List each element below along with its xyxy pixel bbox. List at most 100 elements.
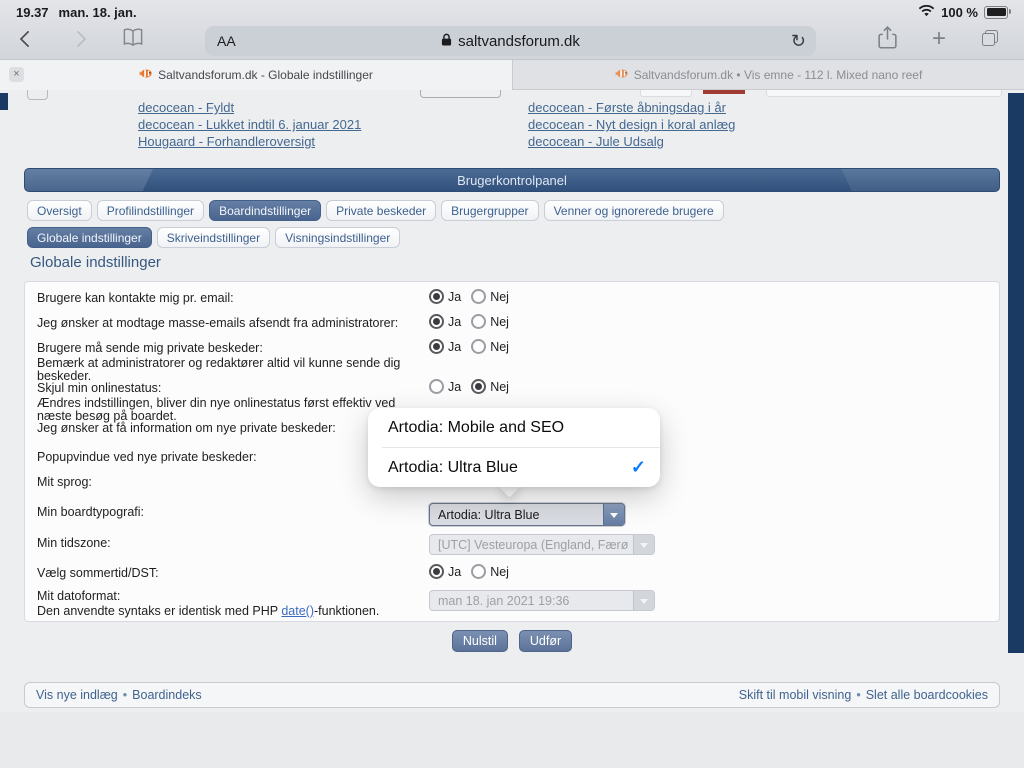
chevron-down-icon [633, 591, 654, 610]
ucp-nav-row-2: Globale indstillinger Skriveindstillinge… [27, 227, 400, 248]
favicon-fish-icon [615, 67, 628, 83]
tab-private-beskeder[interactable]: Private beskeder [326, 200, 436, 221]
ucp-header-bar: Brugerkontrolpanel [24, 168, 1000, 192]
delete-cookies-link[interactable]: Slet alle boardcookies [866, 688, 988, 702]
radio-group-dst: Ja Nej [429, 564, 519, 579]
announcement-link[interactable]: decocean - Lukket indtil 6. januar 2021 [138, 116, 361, 133]
wifi-icon [918, 5, 935, 20]
tab-oversigt[interactable]: Oversigt [27, 200, 92, 221]
bookmarks-icon[interactable] [122, 27, 144, 53]
screen: 19.37 man. 18. jan. 100 % AA saltvan [0, 0, 1024, 768]
radio-no[interactable] [471, 339, 486, 354]
page-background-strip [1008, 93, 1024, 653]
cutoff-element [766, 90, 1002, 97]
board-style-select[interactable]: Artodia: Ultra Blue [429, 503, 625, 526]
announcement-link[interactable]: decocean - Jule Udsalg [528, 133, 735, 150]
browser-tab-active[interactable]: × Saltvandsforum.dk - Globale indstillin… [0, 60, 512, 90]
tab-skriveindstillinger[interactable]: Skriveindstillinger [157, 227, 270, 248]
reload-icon[interactable]: ↻ [791, 32, 806, 50]
page-bottom-area [0, 712, 1024, 768]
separator: • [123, 688, 127, 702]
popup-option-mobile-seo[interactable]: Artodia: Mobile and SEO [368, 408, 660, 447]
lock-icon [441, 33, 452, 50]
radio-group-mass-emails: Ja Nej [429, 314, 519, 329]
radio-group-private-messages: Ja Nej [429, 339, 519, 354]
cutoff-element [27, 90, 48, 100]
setting-label: Vælg sommertid/DST: [37, 567, 429, 581]
footer-bar: Vis nye indlæg • Boardindeks Skift til mob… [24, 682, 1000, 708]
radio-yes[interactable] [429, 289, 444, 304]
tab-bar: × Saltvandsforum.dk - Globale indstillin… [0, 60, 1024, 90]
close-tab-icon[interactable]: × [9, 67, 24, 82]
chevron-down-icon [603, 504, 624, 525]
chevron-down-icon [633, 535, 654, 554]
browser-chrome: 19.37 man. 18. jan. 100 % AA saltvan [0, 0, 1024, 60]
setting-label: Min tidszone: [37, 537, 429, 551]
radio-yes[interactable] [429, 339, 444, 354]
board-index-link[interactable]: Boardindeks [132, 688, 202, 702]
radio-no[interactable] [471, 314, 486, 329]
new-tab-icon[interactable]: + [932, 27, 946, 51]
browser-tab-inactive[interactable]: Saltvandsforum.dk • Vis emne - 112 l. Mi… [512, 60, 1024, 90]
forward-button[interactable] [72, 32, 84, 50]
setting-label: Brugere må sende mig private beskeder: B… [37, 342, 429, 384]
announcement-link[interactable]: decocean - Nyt design i koral anlæg [528, 116, 735, 133]
status-bar: 19.37 man. 18. jan. 100 % [0, 0, 1024, 22]
status-time: 19.37 [16, 5, 49, 20]
setting-subtext: Den anvendte syntaks er identisk med PHP… [37, 605, 429, 619]
battery-icon [984, 6, 1008, 19]
tabs-overview-icon[interactable] [982, 30, 998, 51]
setting-label: Min boardtypografi: [37, 506, 429, 520]
status-date: man. 18. jan. [59, 5, 137, 20]
timezone-select[interactable]: [UTC] Vesteuropa (England, Færø [429, 534, 655, 555]
tab-brugergrupper[interactable]: Brugergrupper [441, 200, 538, 221]
cutoff-element [420, 90, 501, 98]
radio-no[interactable] [471, 379, 486, 394]
tab-visningsindstillinger[interactable]: Visningsindstillinger [275, 227, 400, 248]
address-bar[interactable]: AA saltvandsforum.dk ↻ [205, 26, 816, 56]
tab-boardindstillinger[interactable]: Boardindstillinger [209, 200, 321, 221]
section-title: Globale indstillinger [30, 254, 161, 271]
setting-label: Mit datoformat: Den anvendte syntaks er … [37, 590, 429, 618]
radio-group-hide-online-status: Ja Nej [429, 379, 519, 394]
popup-option-ultra-blue[interactable]: Artodia: Ultra Blue ✓ [368, 448, 660, 487]
tab-globale-indstillinger[interactable]: Globale indstillinger [27, 227, 152, 248]
announcement-links-left: decocean - Fyldt decocean - Lukket indti… [138, 99, 361, 150]
separator: • [856, 688, 860, 702]
ucp-title: Brugerkontrolpanel [457, 173, 567, 188]
share-icon[interactable] [878, 26, 897, 54]
radio-yes[interactable] [429, 379, 444, 394]
radio-group-contact-email: Ja Nej [429, 289, 519, 304]
text-size-button[interactable]: AA [217, 33, 236, 49]
check-icon: ✓ [631, 457, 646, 478]
tab-title: Saltvandsforum.dk • Vis emne - 112 l. Mi… [634, 68, 923, 82]
form-buttons: Nulstil Udfør [0, 630, 1024, 652]
announcement-link[interactable]: decocean - Første åbningsdag i år [528, 99, 735, 116]
mobile-view-link[interactable]: Skift til mobil visning [739, 688, 852, 702]
submit-button[interactable]: Udfør [519, 630, 572, 652]
select-options-popup: Artodia: Mobile and SEO Artodia: Ultra B… [368, 408, 660, 487]
announcement-link[interactable]: Hougaard - Forhandleroversigt [138, 133, 361, 150]
date-format-select[interactable]: man 18. jan 2021 19:36 [429, 590, 655, 611]
favicon-fish-icon [139, 67, 152, 83]
announcement-link[interactable]: decocean - Fyldt [138, 99, 361, 116]
back-button[interactable] [22, 32, 34, 50]
ucp-nav-row-1: Oversigt Profilindstillinger Boardindsti… [27, 200, 724, 221]
radio-yes[interactable] [429, 564, 444, 579]
cutoff-element [703, 90, 745, 94]
announcement-links-right: decocean - Første åbningsdag i år decoce… [528, 99, 735, 150]
php-date-link[interactable]: date() [281, 604, 314, 618]
reset-button[interactable]: Nulstil [452, 630, 508, 652]
address-url: saltvandsforum.dk [458, 33, 580, 50]
tab-profilindstillinger[interactable]: Profilindstillinger [97, 200, 204, 221]
setting-subtext: Bemærk at administratorer og redaktører … [37, 357, 429, 384]
tab-venner-og-ignorerede[interactable]: Venner og ignorerede brugere [544, 200, 724, 221]
setting-label: Brugere kan kontakte mig pr. email: [37, 292, 429, 306]
battery-percent: 100 % [941, 5, 978, 20]
setting-label: Jeg ønsker at modtage masse-emails afsen… [37, 317, 429, 331]
radio-no[interactable] [471, 564, 486, 579]
page-background-strip [0, 93, 8, 110]
radio-yes[interactable] [429, 314, 444, 329]
new-posts-link[interactable]: Vis nye indlæg [36, 688, 118, 702]
radio-no[interactable] [471, 289, 486, 304]
